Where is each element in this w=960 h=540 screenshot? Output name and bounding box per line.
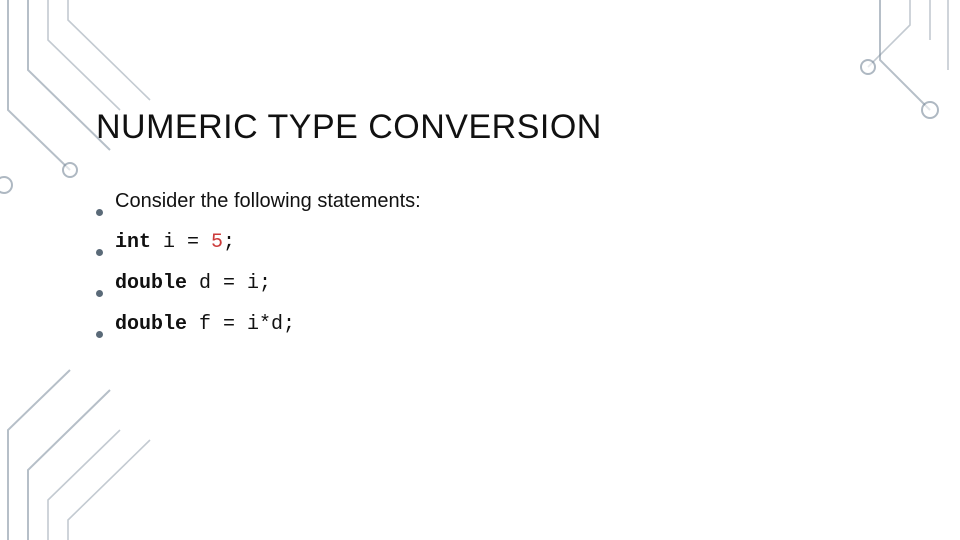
code-segment: i =	[151, 231, 211, 254]
code-segment: ;	[223, 231, 235, 254]
bullet-item: int i = 5;	[96, 231, 856, 254]
bullet-item: double d = i;	[96, 272, 856, 295]
slide: NUMERIC TYPE CONVERSION Consider the fol…	[0, 0, 960, 540]
bullet-list: Consider the following statements: int i…	[96, 190, 856, 354]
code-keyword: double	[115, 313, 187, 336]
code-segment: d = i;	[187, 272, 271, 295]
code-segment: f = i*d;	[187, 313, 295, 336]
bullet-item: Consider the following statements:	[96, 190, 856, 213]
bullet-item: double f = i*d;	[96, 313, 856, 336]
bullet-text: Consider the following statements:	[115, 190, 421, 213]
code-keyword: int	[115, 231, 151, 254]
circuit-node-left	[0, 165, 32, 205]
circuit-decoration-top-right	[760, 0, 960, 200]
bullet-dot-icon	[96, 249, 103, 256]
code-literal: 5	[211, 231, 223, 254]
code-line: int i = 5;	[115, 231, 235, 254]
bullet-dot-icon	[96, 290, 103, 297]
bullet-dot-icon	[96, 331, 103, 338]
bullet-dot-icon	[96, 209, 103, 216]
slide-title: NUMERIC TYPE CONVERSION	[96, 108, 602, 147]
code-line: double f = i*d;	[115, 313, 295, 336]
code-keyword: double	[115, 272, 187, 295]
code-line: double d = i;	[115, 272, 271, 295]
